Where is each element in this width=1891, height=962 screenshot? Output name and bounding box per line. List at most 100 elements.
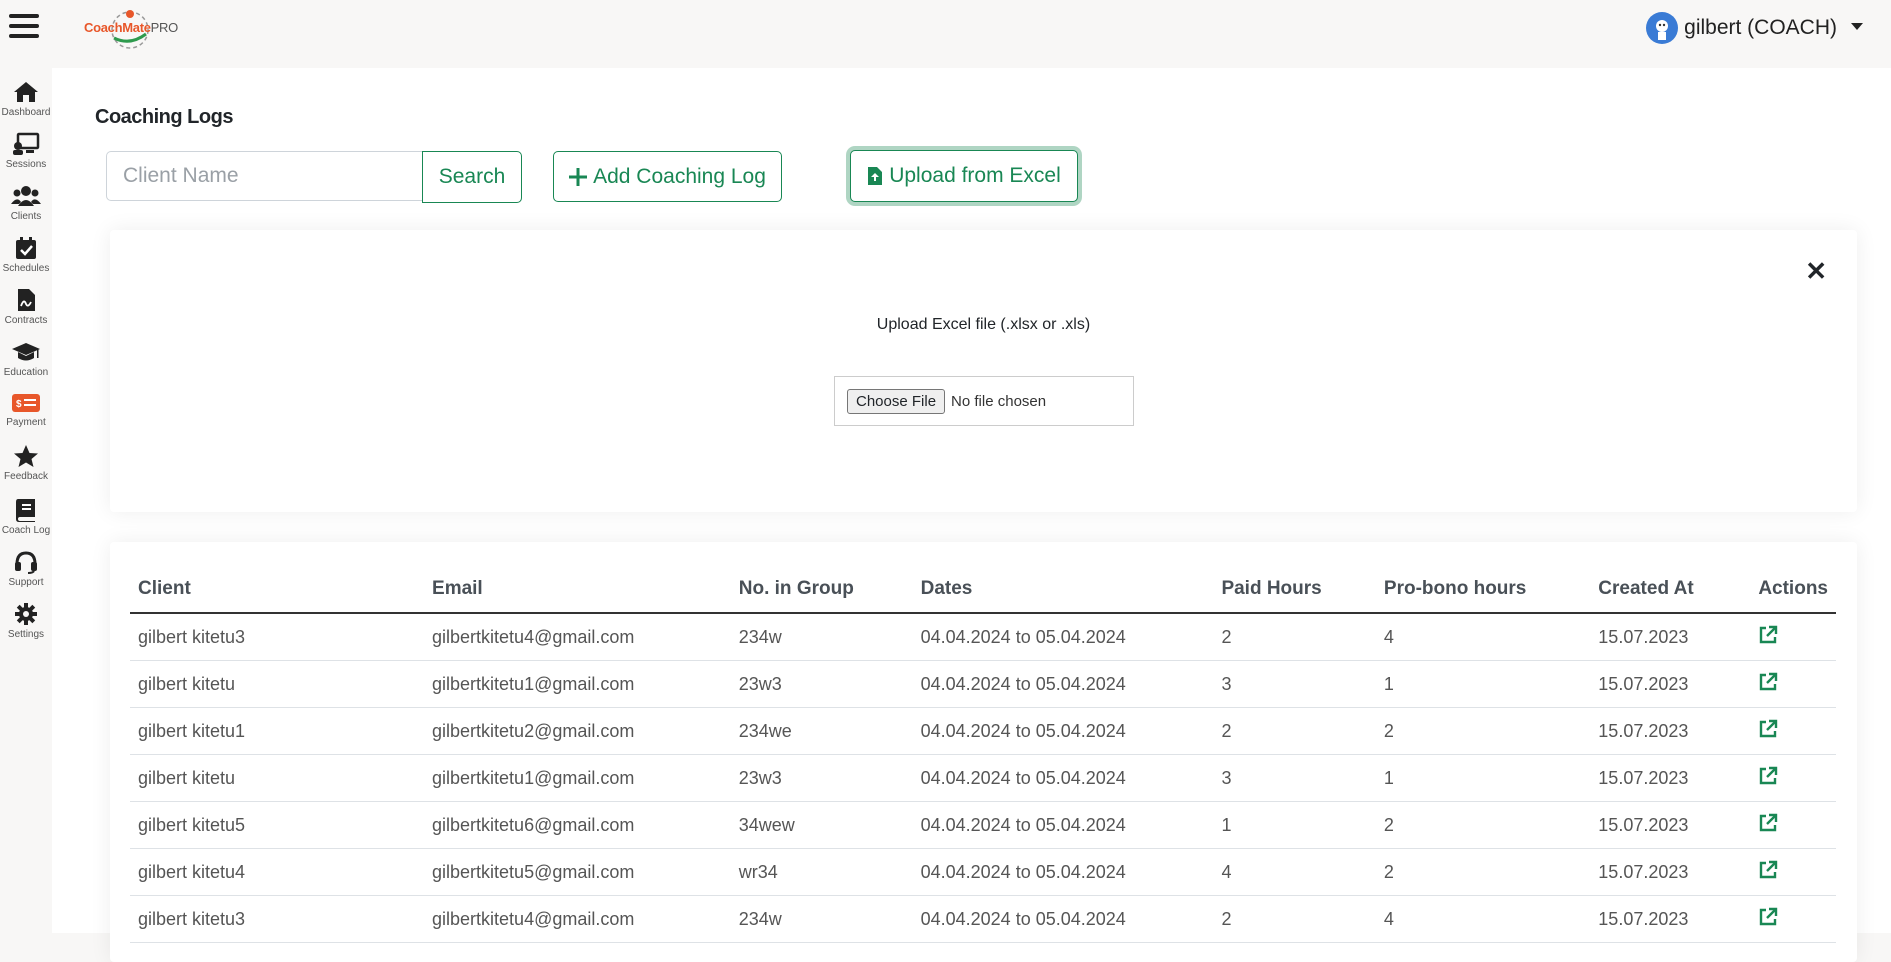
sidebar-item-support[interactable]: Support [0,550,52,588]
external-link-icon[interactable] [1758,766,1778,786]
file-input[interactable]: Choose File No file chosen [834,376,1134,426]
cell-email: gilbertkitetu5@gmail.com [424,848,731,896]
logo[interactable]: CoachMatePRO [84,6,178,52]
external-link-icon[interactable] [1758,813,1778,833]
sidebar: Dashboard Sessions Clients Schedules Con… [0,68,52,933]
table-row: gilbert kitetu3 gilbertkitetu4@gmail.com 2… [130,613,1836,661]
sidebar-item-payment[interactable]: $ Payment [0,392,52,428]
file-status: No file chosen [951,392,1047,410]
table-row: gilbert kitetu4 gilbertkitetu5@gmail.com w… [130,848,1836,896]
plus-icon [569,167,588,186]
cell-probono: 2 [1375,801,1591,849]
menu-icon[interactable] [9,14,39,38]
main-content: Coaching Logs Search Add Coaching Log Up… [52,68,1891,962]
column-header: Created At [1590,566,1751,614]
column-header: Email [424,566,731,614]
cell-client: gilbert kitetu4 [130,848,425,896]
cell-group: 23w3 [730,754,913,802]
close-icon[interactable]: ✕ [1805,258,1827,284]
cell-probono: 4 [1375,895,1591,943]
cell-created: 15.07.2023 [1590,660,1751,708]
star-icon [14,445,38,467]
column-header: Pro-bono hours [1375,566,1591,614]
coaching-logs-table-card: Client Email No. in Group Dates Paid Hou… [110,542,1857,962]
cell-paid: 1 [1213,801,1376,849]
cell-client: gilbert kitetu1 [130,707,425,755]
cell-paid: 3 [1213,660,1376,708]
chevron-down-icon [1851,22,1863,30]
headset-icon [15,551,37,574]
column-header: Dates [912,566,1214,614]
cell-email: gilbertkitetu2@gmail.com [424,707,731,755]
search-input[interactable] [106,151,438,201]
sidebar-item-education[interactable]: Education [0,340,52,378]
upload-from-excel-label: Upload from Excel [889,164,1061,187]
sidebar-item-schedules[interactable]: Schedules [0,236,52,274]
cell-actions [1750,754,1836,802]
coaching-logs-table: Client Email No. in Group Dates Paid Hou… [130,566,1836,943]
sidebar-item-dashboard[interactable]: Dashboard [0,80,52,118]
cell-dates: 04.04.2024 to 05.04.2024 [912,895,1214,943]
upload-panel: ✕ Upload Excel file (.xlsx or .xls) Choo… [110,230,1857,512]
cell-created: 15.07.2023 [1590,801,1751,849]
cell-email: gilbertkitetu1@gmail.com [424,660,731,708]
cell-probono: 4 [1375,613,1591,661]
cell-created: 15.07.2023 [1590,848,1751,896]
contract-icon [18,289,35,311]
cell-probono: 1 [1375,660,1591,708]
cell-email: gilbertkitetu4@gmail.com [424,895,731,943]
cell-actions [1750,660,1836,708]
cell-client: gilbert kitetu [130,754,425,802]
svg-text:$: $ [16,399,22,410]
sidebar-item-sessions[interactable]: Sessions [0,132,52,170]
cell-created: 15.07.2023 [1590,613,1751,661]
upload-from-excel-button[interactable]: Upload from Excel [850,150,1078,202]
cell-paid: 2 [1213,895,1376,943]
home-icon [14,82,38,102]
sidebar-item-contracts[interactable]: Contracts [0,288,52,326]
logo-text: CoachMatePRO [84,20,178,35]
add-coaching-log-label: Add Coaching Log [593,164,766,188]
cell-dates: 04.04.2024 to 05.04.2024 [912,848,1214,896]
add-coaching-log-button[interactable]: Add Coaching Log [553,151,782,202]
payment-icon: $ [12,394,40,412]
cell-created: 15.07.2023 [1590,895,1751,943]
external-link-icon[interactable] [1758,625,1778,645]
table-row: gilbert kitetu gilbertkitetu1@gmail.com 23… [130,754,1836,802]
cell-email: gilbertkitetu1@gmail.com [424,754,731,802]
table-row: gilbert kitetu gilbertkitetu1@gmail.com 23… [130,660,1836,708]
external-link-icon[interactable] [1758,672,1778,692]
column-header: Paid Hours [1213,566,1376,614]
external-link-icon[interactable] [1758,860,1778,880]
table-row: gilbert kitetu5 gilbertkitetu6@gmail.com 3… [130,801,1836,849]
column-header: Actions [1750,566,1836,614]
sidebar-item-clients[interactable]: Clients [0,184,52,222]
column-header: Client [130,566,425,614]
cell-paid: 2 [1213,613,1376,661]
cell-actions [1750,707,1836,755]
sidebar-item-settings[interactable]: Settings [0,602,52,640]
top-bar: CoachMatePRO gilbert (COACH) [0,0,1891,68]
cell-client: gilbert kitetu5 [130,801,425,849]
cell-group: wr34 [730,848,913,896]
cell-email: gilbertkitetu4@gmail.com [424,613,731,661]
column-header: No. in Group [730,566,913,614]
calendar-check-icon [16,237,36,259]
table-header-row: Client Email No. in Group Dates Paid Hou… [130,566,1836,614]
sidebar-item-feedback[interactable]: Feedback [0,444,52,482]
search-button[interactable]: Search [422,151,522,203]
sidebar-item-coach-log[interactable]: Coach Log [0,498,52,536]
book-icon [16,499,35,522]
cell-dates: 04.04.2024 to 05.04.2024 [912,754,1214,802]
cell-group: 23w3 [730,660,913,708]
cell-actions [1750,848,1836,896]
cell-group: 34wew [730,801,913,849]
file-upload-icon [867,166,883,186]
cell-actions [1750,613,1836,661]
user-menu[interactable]: gilbert (COACH) [1646,12,1863,44]
external-link-icon[interactable] [1758,719,1778,739]
cell-probono: 1 [1375,754,1591,802]
external-link-icon[interactable] [1758,907,1778,927]
user-name: gilbert (COACH) [1684,16,1837,39]
choose-file-button[interactable]: Choose File [847,388,946,414]
